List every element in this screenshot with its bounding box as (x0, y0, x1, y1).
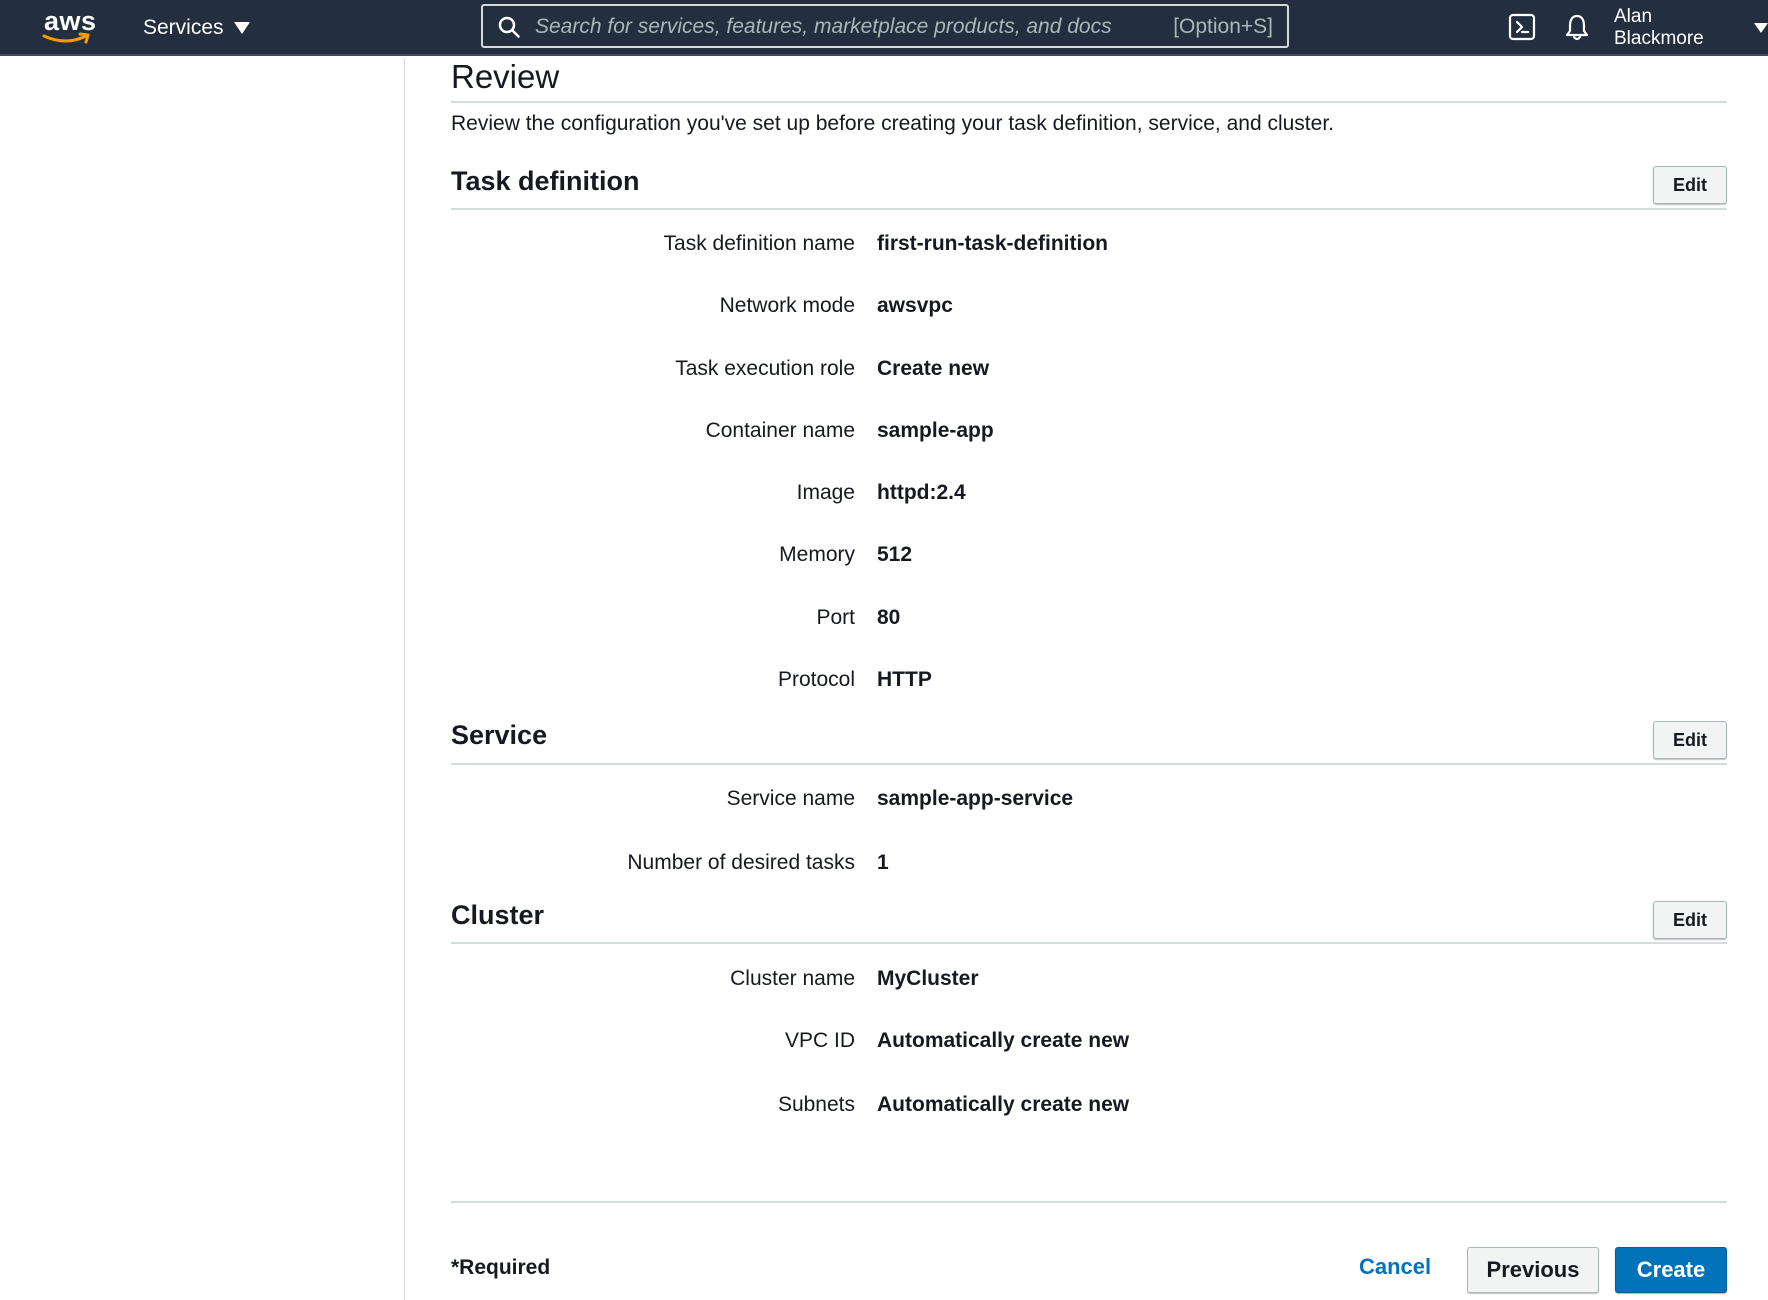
search-shortcut-hint: [Option+S] (1173, 15, 1273, 38)
cluster-name-value: MyCluster (877, 967, 979, 990)
services-menu-button[interactable]: Services (143, 13, 250, 43)
task-definition-heading: Task definition (451, 166, 640, 196)
task-definition-name-value: first-run-task-definition (877, 232, 1108, 255)
port-value: 80 (877, 606, 901, 629)
user-name: Alan Blackmore (1614, 6, 1704, 49)
aws-smile-icon (42, 32, 90, 44)
task-execution-role-label: Task execution role (675, 357, 855, 380)
user-account-menu[interactable]: Alan Blackmore (1614, 6, 1768, 49)
edit-task-definition-button[interactable]: Edit (1653, 166, 1727, 204)
subnets-value: Automatically create new (877, 1093, 1130, 1116)
search-box[interactable]: [Option+S] (481, 4, 1289, 48)
bell-icon[interactable] (1562, 12, 1592, 42)
task-execution-role-value: Create new (877, 357, 990, 380)
memory-label: Memory (779, 543, 855, 566)
caret-down-icon (1754, 23, 1768, 33)
section-divider (451, 763, 1727, 765)
service-name-label: Service name (726, 787, 855, 810)
section-divider (451, 942, 1727, 944)
protocol-value: HTTP (877, 668, 932, 691)
vpc-id-label: VPC ID (784, 1029, 855, 1052)
service-name-value: sample-app-service (877, 787, 1074, 810)
caret-down-icon (233, 22, 250, 34)
vpc-id-value: Automatically create new (877, 1029, 1130, 1052)
image-label: Image (796, 481, 855, 504)
create-button[interactable]: Create (1615, 1247, 1727, 1293)
search-icon (498, 16, 520, 38)
page-title: Review (451, 58, 560, 95)
title-divider (451, 101, 1727, 103)
edit-cluster-button[interactable]: Edit (1653, 901, 1727, 939)
search-input[interactable] (535, 12, 1135, 42)
memory-value: 512 (877, 543, 913, 566)
desired-tasks-label: Number of desired tasks (627, 851, 855, 874)
required-note: *Required (451, 1256, 551, 1279)
container-name-value: sample-app (877, 419, 994, 442)
service-heading: Service (451, 720, 548, 750)
aws-logo[interactable]: aws (42, 6, 98, 46)
main-content: Review Review the configuration you've s… (451, 58, 1727, 1300)
cloudshell-icon[interactable] (1508, 13, 1536, 41)
port-label: Port (816, 606, 855, 629)
subnets-label: Subnets (777, 1093, 855, 1116)
edit-service-button[interactable]: Edit (1653, 721, 1727, 759)
desired-tasks-value: 1 (877, 851, 889, 874)
cluster-heading: Cluster (451, 900, 545, 930)
page-description: Review the configuration you've set up b… (451, 112, 1334, 135)
image-value: httpd:2.4 (877, 481, 966, 504)
previous-button[interactable]: Previous (1467, 1247, 1599, 1293)
container-name-label: Container name (705, 419, 855, 442)
cancel-button[interactable]: Cancel (1359, 1254, 1431, 1280)
sidebar-panel (0, 58, 405, 1300)
top-navigation-bar: aws Services [Option+S] Alan Blackmore (0, 0, 1768, 56)
network-mode-value: awsvpc (877, 294, 953, 317)
task-definition-name-label: Task definition name (663, 232, 855, 255)
network-mode-label: Network mode (719, 294, 855, 317)
services-label: Services (143, 16, 224, 39)
cluster-name-label: Cluster name (730, 967, 855, 990)
footer-divider (451, 1201, 1727, 1203)
protocol-label: Protocol (777, 668, 855, 691)
section-divider (451, 208, 1727, 210)
